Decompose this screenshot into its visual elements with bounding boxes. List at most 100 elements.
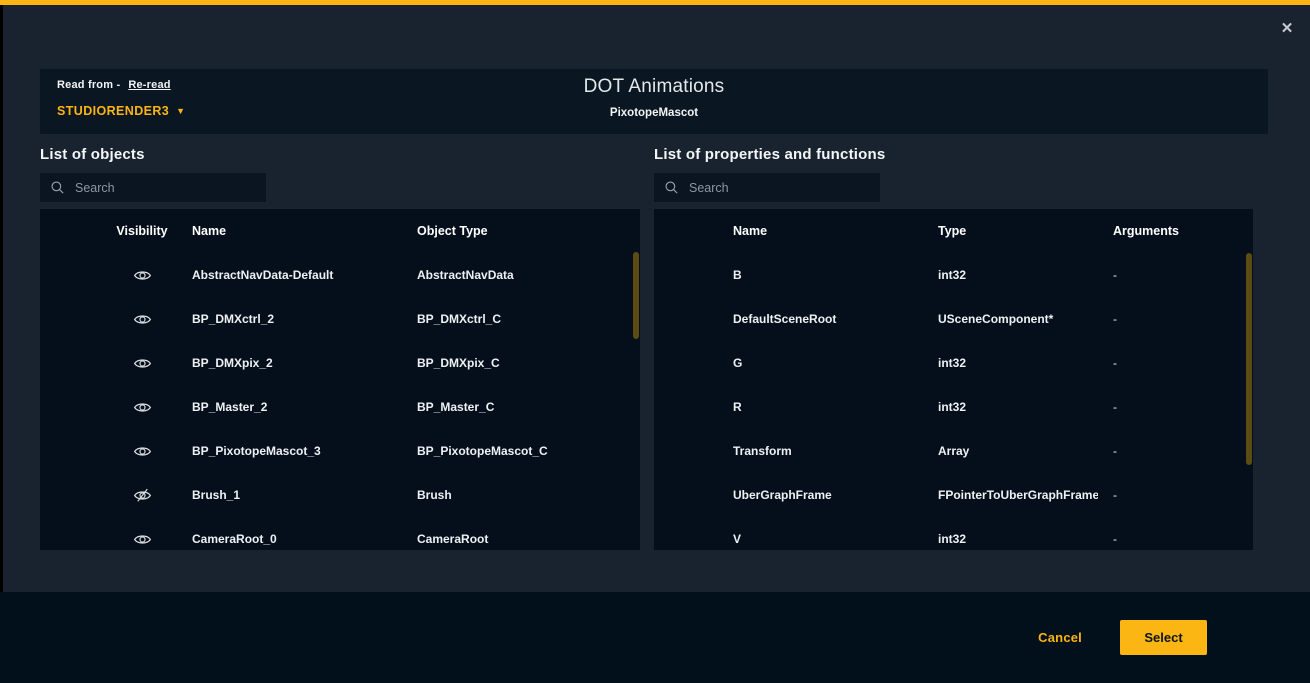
property-arguments: - — [1098, 356, 1253, 370]
page-subtitle: PixotopeMascot — [454, 107, 854, 119]
column-header-type: Type — [923, 224, 1098, 238]
objects-search-box — [40, 173, 266, 202]
object-type: AbstractNavData — [403, 268, 640, 282]
visibility-toggle[interactable] — [131, 484, 153, 506]
object-name: AbstractNavData-Default — [178, 268, 403, 282]
object-name: BP_PixotopeMascot_3 — [178, 444, 403, 458]
column-header-object-type: Object Type — [403, 224, 640, 238]
object-type: BP_DMXctrl_C — [403, 312, 640, 326]
property-row[interactable]: Vint32- — [654, 517, 1253, 550]
object-type: BP_Master_C — [403, 400, 640, 414]
property-row[interactable]: Gint32- — [654, 341, 1253, 385]
property-type: FPointerToUberGraphFrame — [923, 488, 1098, 502]
objects-panel: List of objects Visibility Name Object T… — [40, 146, 640, 550]
property-arguments: - — [1098, 268, 1253, 282]
object-type: Brush — [403, 488, 640, 502]
object-type: CameraRoot — [403, 532, 640, 546]
object-name: Brush_1 — [178, 488, 403, 502]
property-name: G — [718, 356, 923, 370]
property-type: Array — [923, 444, 1098, 458]
search-icon — [50, 180, 65, 195]
dialog-header: Read from -Re-read STUDIORENDER3▼ DOT An… — [40, 69, 1268, 134]
property-row[interactable]: Bint32- — [654, 253, 1253, 297]
read-from-label: Read from - — [57, 79, 120, 91]
visibility-cell — [131, 308, 153, 330]
visibility-toggle[interactable] — [131, 396, 153, 418]
properties-search-input[interactable] — [679, 173, 880, 202]
source-selector-dropdown[interactable]: STUDIORENDER3▼ — [57, 104, 185, 118]
reread-link[interactable]: Re-read — [128, 79, 170, 91]
object-row[interactable]: BP_DMXctrl_2BP_DMXctrl_C — [40, 297, 640, 341]
eye-icon — [133, 310, 152, 329]
property-row[interactable]: UberGraphFrameFPointerToUberGraphFrame- — [654, 473, 1253, 517]
eye-icon — [133, 398, 152, 417]
accent-top-bar — [0, 0, 1310, 5]
chevron-down-icon: ▼ — [176, 106, 185, 116]
eye-icon — [133, 530, 152, 549]
properties-search-box — [654, 173, 880, 202]
property-name: DefaultSceneRoot — [718, 312, 923, 326]
property-type: USceneComponent* — [923, 312, 1098, 326]
properties-table-header: Name Type Arguments — [654, 209, 1253, 253]
objects-table-header: Visibility Name Object Type — [40, 209, 640, 253]
property-row[interactable]: Rint32- — [654, 385, 1253, 429]
visibility-toggle[interactable] — [131, 308, 153, 330]
property-arguments: - — [1098, 444, 1253, 458]
object-row[interactable]: BP_DMXpix_2BP_DMXpix_C — [40, 341, 640, 385]
read-from-block: Read from - Re-read STUDIORENDER3▼ — [57, 79, 185, 118]
object-row[interactable]: BP_PixotopeMascot_3BP_PixotopeMascot_C — [40, 429, 640, 473]
objects-table: Visibility Name Object Type AbstractNavD… — [40, 209, 640, 550]
visibility-cell — [131, 396, 153, 418]
property-arguments: - — [1098, 312, 1253, 326]
property-arguments: - — [1098, 400, 1253, 414]
visibility-toggle[interactable] — [131, 440, 153, 462]
eye-icon — [133, 442, 152, 461]
object-row[interactable]: AbstractNavData-DefaultAbstractNavData — [40, 253, 640, 297]
visibility-toggle[interactable] — [131, 528, 153, 550]
properties-table: Name Type Arguments Bint32-DefaultSceneR… — [654, 209, 1253, 550]
property-arguments: - — [1098, 488, 1253, 502]
property-name: Transform — [718, 444, 923, 458]
properties-panel-heading: List of properties and functions — [654, 146, 1253, 163]
visibility-cell — [131, 264, 153, 286]
visibility-toggle[interactable] — [131, 264, 153, 286]
search-icon — [664, 180, 679, 195]
properties-table-body: Bint32-DefaultSceneRootUSceneComponent*-… — [654, 253, 1253, 550]
dialog-footer: Cancel Select — [0, 592, 1310, 683]
object-row[interactable]: CameraRoot_0CameraRoot — [40, 517, 640, 550]
eye-off-icon — [133, 486, 152, 505]
object-name: BP_DMXpix_2 — [178, 356, 403, 370]
column-header-name: Name — [178, 224, 403, 238]
close-icon[interactable]: ✕ — [1277, 19, 1297, 39]
property-row[interactable]: TransformArray- — [654, 429, 1253, 473]
property-arguments: - — [1098, 532, 1253, 546]
property-name: UberGraphFrame — [718, 488, 923, 502]
eye-icon — [133, 354, 152, 373]
property-row[interactable]: DefaultSceneRootUSceneComponent*- — [654, 297, 1253, 341]
column-header-arguments: Arguments — [1098, 224, 1253, 238]
visibility-cell — [131, 440, 153, 462]
objects-table-body: AbstractNavData-DefaultAbstractNavDataBP… — [40, 253, 640, 550]
select-button[interactable]: Select — [1120, 620, 1207, 655]
visibility-cell — [131, 352, 153, 374]
object-name: CameraRoot_0 — [178, 532, 403, 546]
visibility-toggle[interactable] — [131, 352, 153, 374]
object-row[interactable]: Brush_1Brush — [40, 473, 640, 517]
objects-search-input[interactable] — [65, 173, 266, 202]
dot-animations-dialog: ✕ Read from -Re-read STUDIORENDER3▼ DOT … — [0, 0, 1310, 683]
object-row[interactable]: BP_Master_2BP_Master_C — [40, 385, 640, 429]
property-name: B — [718, 268, 923, 282]
cancel-button[interactable]: Cancel — [1038, 630, 1082, 645]
objects-table-scrollbar[interactable] — [633, 252, 639, 339]
property-type: int32 — [923, 532, 1098, 546]
property-type: int32 — [923, 268, 1098, 282]
visibility-cell — [131, 528, 153, 550]
object-type: BP_DMXpix_C — [403, 356, 640, 370]
properties-table-scrollbar[interactable] — [1246, 253, 1252, 465]
object-name: BP_Master_2 — [178, 400, 403, 414]
object-type: BP_PixotopeMascot_C — [403, 444, 640, 458]
properties-panel: List of properties and functions Name Ty… — [654, 146, 1253, 550]
column-header-name: Name — [718, 224, 923, 238]
property-type: int32 — [923, 400, 1098, 414]
column-header-visibility: Visibility — [116, 224, 167, 238]
